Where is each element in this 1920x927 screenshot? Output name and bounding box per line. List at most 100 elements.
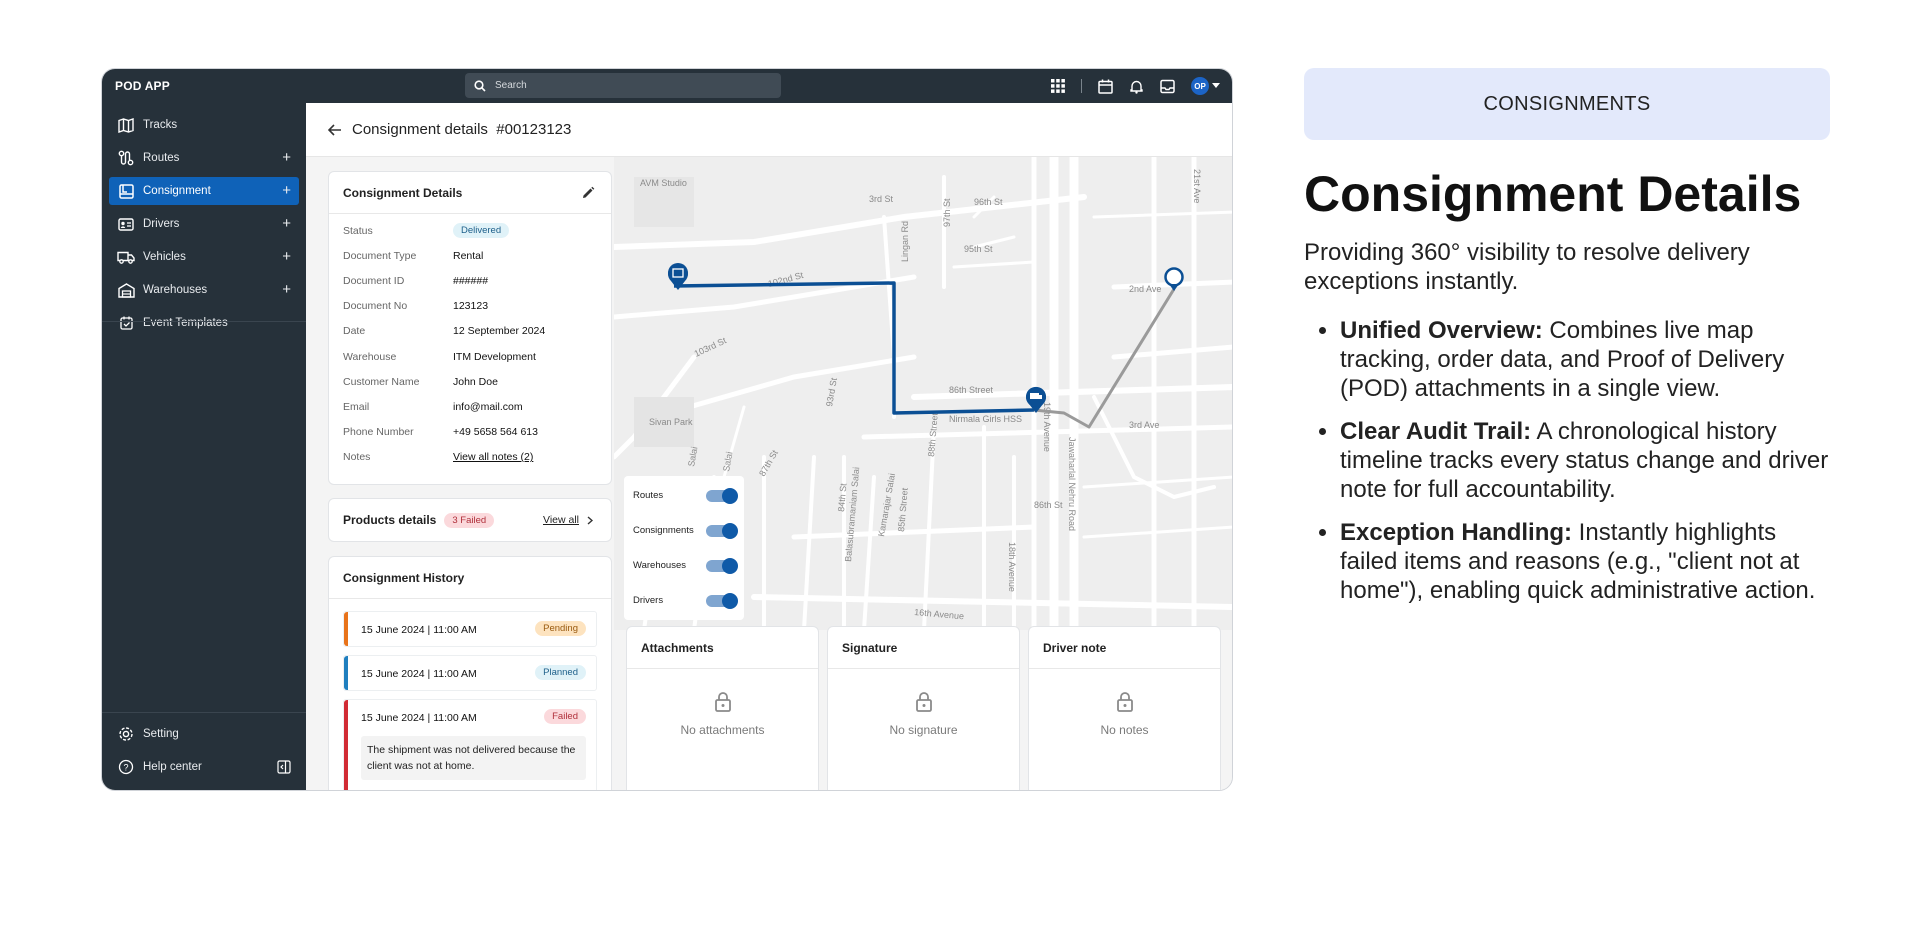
toggle-switch[interactable] [706,593,738,609]
sidebar-item-label: Consignment [143,185,211,197]
empty-state-text: No attachments [680,723,765,737]
detail-row: Customer Name John Doe [343,375,498,388]
empty-state-text: No notes [1100,723,1149,737]
main-content: Consignment details #00123123 Consignmen… [306,103,1232,790]
status-badge: Planned [535,665,586,680]
history-item[interactable]: 15 June 2024 | 11:00 AM Failed The shipm… [343,699,597,790]
card-title: Signature [828,627,1019,669]
page-header: Consignment details #00123123 [306,103,1232,157]
status-stripe [344,656,348,690]
sidebar-item-consignment[interactable]: Consignment + [109,177,299,205]
map-label: AVM Studio [640,178,687,188]
sidebar-divider [102,321,306,322]
inbox-icon[interactable] [1160,79,1175,94]
sidebar-item-vehicles[interactable]: Vehicles + [109,243,299,271]
sidebar-item-event-templates[interactable]: Event Templates [109,309,299,337]
lock-icon [915,692,932,712]
detail-row: Email info@mail.com [343,400,523,413]
map-label: Jawaharlal Nehru Road [1067,437,1077,531]
map-label: Nirmala Girls HSS [949,414,1022,424]
map-label: 86th St [1034,500,1063,510]
card-title: Consignment History [329,557,611,599]
map-label: 3rd St [869,194,894,204]
map-view[interactable]: AVM Studio 3rd St 96th St 97th St 95th S… [614,157,1232,630]
route-icon [117,149,135,167]
add-driver-icon[interactable]: + [282,216,291,231]
truck-icon [117,248,135,266]
toggle-consignments[interactable]: Consignments [624,513,744,548]
add-consignment-icon[interactable]: + [282,183,291,198]
feature-bullets: Unified Overview: Combines live map trac… [1304,316,1830,605]
view-all-products-link[interactable]: View all [543,514,593,526]
sidebar-item-warehouses[interactable]: Warehouses + [109,276,299,304]
toolbar-divider [1081,79,1082,93]
view-notes-link[interactable]: View all notes (2) [453,451,533,463]
sidebar: Tracks Routes + Consignment + Drivers + … [102,103,306,790]
status-stripe [344,700,348,790]
avatar: OP [1191,77,1209,95]
consignment-icon [117,182,135,200]
card-title: Driver note [1029,627,1220,669]
search-input[interactable]: Search [465,73,781,98]
sidebar-item-routes[interactable]: Routes + [109,144,299,172]
products-title: Products details [343,513,437,527]
user-menu[interactable]: OP [1191,77,1220,95]
failure-note: The shipment was not delivered because t… [361,736,586,780]
history-item[interactable]: 15 June 2024 | 11:00 AM Planned [343,655,597,691]
toggle-routes[interactable]: Routes [624,478,744,513]
sidebar-item-help-center[interactable]: ? Help center [109,753,299,781]
add-warehouse-icon[interactable]: + [282,282,291,297]
template-icon [117,314,135,332]
add-route-icon[interactable]: + [282,150,291,165]
sidebar-item-tracks[interactable]: Tracks [109,111,299,139]
toggle-switch[interactable] [706,523,738,539]
bell-icon[interactable] [1129,79,1144,94]
history-item[interactable]: 15 June 2024 | 11:00 AM Pending [343,611,597,647]
detail-row: Phone Number +49 5658 564 613 [343,426,538,439]
toggle-drivers[interactable]: Drivers [624,583,744,618]
app-brand: POD APP [115,79,170,93]
map-label: 97th St [942,198,952,227]
detail-row: Warehouse ITM Development [343,350,536,363]
consignment-id: #00123123 [496,121,572,138]
section-tag: CONSIGNMENTS [1304,68,1830,140]
calendar-icon[interactable] [1098,79,1113,94]
toggle-switch[interactable] [706,558,738,574]
toggle-switch[interactable] [706,488,738,504]
svg-text:?: ? [123,763,128,773]
edit-pencil-icon[interactable] [581,186,595,200]
card-title: Consignment Details [329,172,611,214]
chevron-down-icon [1212,83,1220,88]
detail-row: Document No 123123 [343,300,489,313]
top-bar: POD APP Search OP [102,69,1232,103]
collapse-sidebar-icon[interactable] [277,760,291,777]
feature-lead: Providing 360° visibility to resolve del… [1304,239,1750,295]
apps-grid-icon[interactable] [1051,79,1065,93]
toggle-warehouses[interactable]: Warehouses [624,548,744,583]
driver-note-card: Driver note No notes [1028,626,1221,790]
feature-bullet: Clear Audit Trail: A chronological histo… [1340,417,1830,504]
help-icon: ? [117,758,135,776]
sidebar-item-setting[interactable]: Setting [109,720,299,748]
add-vehicle-icon[interactable]: + [282,249,291,264]
status-badge: Failed [544,709,586,724]
map-label: 86th Street [949,385,994,395]
card-title: Attachments [627,627,818,669]
status-badge: Delivered [453,223,510,239]
detail-row: Document Type Rental [343,249,484,262]
signature-card: Signature No signature [827,626,1020,790]
map-icon [117,116,135,134]
chevron-right-icon [587,515,593,525]
sidebar-divider [102,712,306,713]
detail-row-notes: Notes View all notes (2) [343,451,534,464]
feature-bullet: Unified Overview: Combines live map trac… [1340,316,1830,403]
map-label: Sivan Park [649,417,693,427]
feature-heading: Consignment Details [1304,166,1802,222]
details-list: Status Delivered Document Type Rental Docu… [329,214,611,470]
feature-panel: CONSIGNMENTS Consignment Details Providi… [1304,68,1830,619]
products-details-card: Products details 3 Failed View all [328,498,612,542]
sidebar-nav: Tracks Routes + Consignment + Drivers + … [109,111,299,342]
sidebar-item-drivers[interactable]: Drivers + [109,210,299,238]
map-layer-toggles: Routes Consignments Warehouses Drivers [624,476,744,620]
back-arrow-icon[interactable] [328,123,342,136]
